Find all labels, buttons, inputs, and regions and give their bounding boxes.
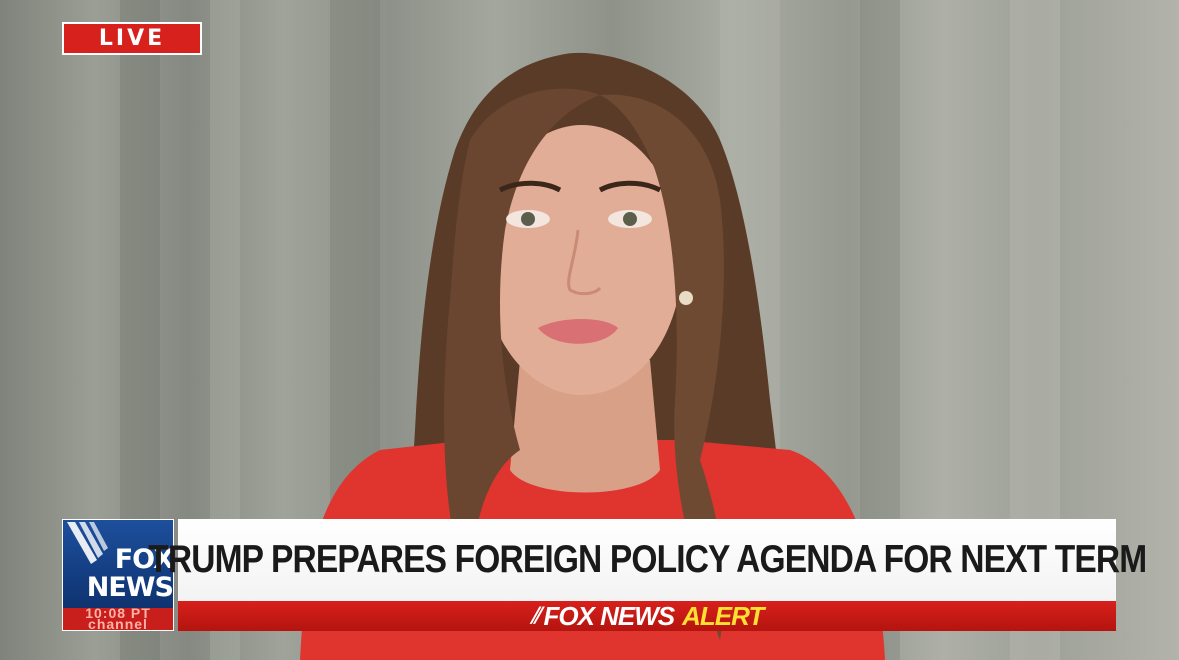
clock-channel: channel <box>88 616 148 630</box>
fox-stripes-icon: ⫽ <box>530 603 541 628</box>
alert-brand-text: FOX NEWS <box>543 600 675 631</box>
headline-text: TRUMP PREPARES FOREIGN POLICY AGENDA FOR… <box>147 538 1147 581</box>
logo-clock: 10:08 PT channel <box>63 608 173 630</box>
lower-third-chyron: FOX NEWS 10:08 PT channel TRUMP PREPARES… <box>62 519 1147 631</box>
live-badge: LIVE <box>62 22 202 55</box>
news-alert-bar: ⫽ FOX NEWS ALERT <box>178 601 1116 631</box>
alert-word-text: ALERT <box>682 600 764 631</box>
headline-bar: TRUMP PREPARES FOREIGN POLICY AGENDA FOR… <box>148 519 1147 601</box>
